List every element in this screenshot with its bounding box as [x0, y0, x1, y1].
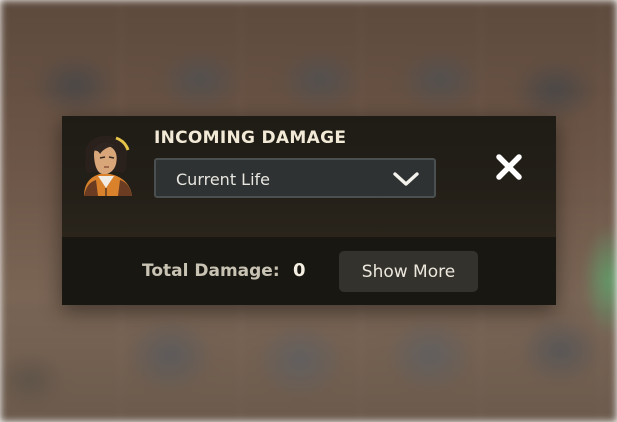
panel-footer [62, 237, 556, 305]
show-more-button[interactable]: Show More [339, 251, 478, 292]
damage-type-dropdown[interactable]: Current Life [154, 158, 436, 198]
chevron-down-icon [392, 171, 420, 187]
panel-title: INCOMING DAMAGE [154, 128, 347, 148]
total-damage-value: 0 [293, 260, 306, 281]
dropdown-selected-value: Current Life [176, 170, 271, 189]
total-damage-label: Total Damage: [142, 261, 280, 281]
incoming-damage-panel: INCOMING DAMAGE Current Life Total Damag… [62, 116, 556, 305]
character-portrait [76, 132, 138, 196]
close-icon[interactable] [492, 150, 526, 184]
